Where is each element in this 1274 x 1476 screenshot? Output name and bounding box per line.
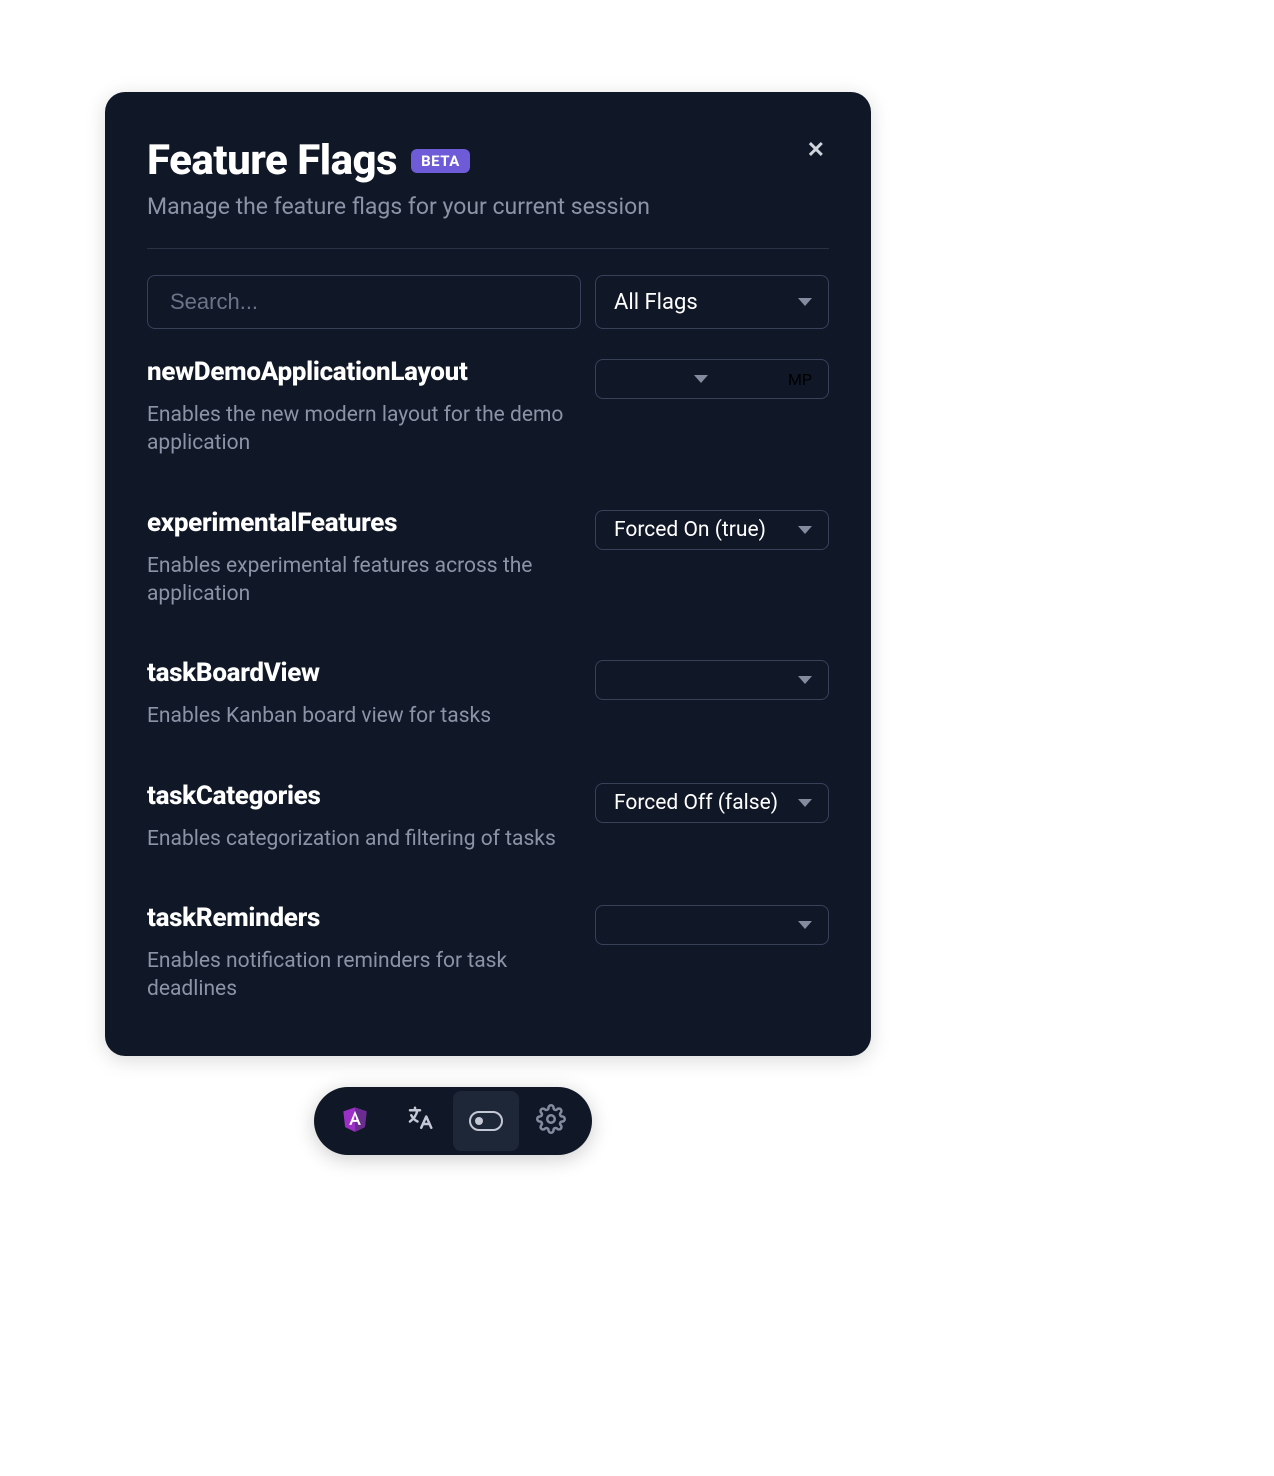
filter-select[interactable]: All Flags: [595, 275, 829, 329]
chevron-down-icon: [798, 799, 812, 807]
flag-info: newDemoApplicationLayout Enables the new…: [147, 357, 575, 458]
flag-row: taskCategories Enables categorization an…: [147, 781, 829, 853]
flag-row: experimentalFeatures Enables experimenta…: [147, 508, 829, 609]
flag-description: Enables Kanban board view for tasks: [147, 702, 567, 730]
panel-title: Feature Flags: [147, 136, 397, 185]
flag-info: taskCategories Enables categorization an…: [147, 781, 575, 853]
controls-row: All Flags: [147, 275, 829, 329]
title-row: Feature Flags BETA: [147, 136, 650, 185]
toolbar-logo-button[interactable]: [322, 1091, 388, 1151]
flag-info: taskReminders Enables notification remin…: [147, 903, 575, 1004]
angular-logo-icon: [341, 1105, 369, 1137]
flag-name: newDemoApplicationLayout: [147, 357, 575, 387]
flag-description: Enables categorization and filtering of …: [147, 825, 567, 853]
flag-name: experimentalFeatures: [147, 508, 575, 538]
close-button[interactable]: ✕: [803, 136, 829, 166]
toolbar-toggle-button[interactable]: [453, 1091, 519, 1151]
header-divider: [147, 248, 829, 249]
flag-description: Enables the new modern layout for the de…: [147, 401, 567, 458]
chevron-down-icon: [798, 676, 812, 684]
flag-row: taskBoardView Enables Kanban board view …: [147, 658, 829, 730]
flag-value-select[interactable]: Forced On (true): [595, 510, 829, 550]
chevron-down-icon: [798, 298, 812, 306]
panel-subtitle: Manage the feature flags for your curren…: [147, 193, 650, 220]
panel-header: Feature Flags BETA Manage the feature fl…: [147, 136, 829, 220]
flag-description: Enables notification reminders for task …: [147, 947, 567, 1004]
flag-info: taskCollaboration: [147, 1054, 575, 1056]
flag-select-value: Forced On (true): [614, 518, 766, 542]
flag-select-value: Forced Off (false): [614, 791, 778, 815]
flag-name: taskReminders: [147, 903, 575, 933]
title-group: Feature Flags BETA Manage the feature fl…: [147, 136, 650, 220]
search-input[interactable]: [147, 275, 581, 329]
chevron-down-icon: [798, 921, 812, 929]
flag-row: newDemoApplicationLayout Enables the new…: [147, 357, 829, 458]
close-icon: ✕: [807, 138, 825, 163]
flag-info: experimentalFeatures Enables experimenta…: [147, 508, 575, 609]
flag-value-select[interactable]: [595, 660, 829, 700]
beta-badge: BETA: [411, 149, 470, 173]
translate-icon: [405, 1104, 435, 1138]
chevron-down-icon: [694, 375, 708, 383]
flag-list: newDemoApplicationLayout Enables the new…: [147, 357, 829, 1056]
toolbar-settings-button[interactable]: [519, 1091, 585, 1151]
flag-name: taskCategories: [147, 781, 575, 811]
toolbar-translate-button[interactable]: [388, 1091, 454, 1151]
flag-row: taskCollaboration: [147, 1054, 829, 1056]
toggle-icon: [469, 1111, 503, 1131]
feature-flags-panel: Feature Flags BETA Manage the feature fl…: [105, 92, 871, 1056]
chevron-down-icon: [798, 526, 812, 534]
gear-icon: [536, 1104, 566, 1138]
flag-name: taskCollaboration: [147, 1054, 575, 1056]
flag-value-select[interactable]: Forced Off (false): [595, 783, 829, 823]
bottom-toolbar: [314, 1087, 592, 1155]
flag-description: Enables experimental features across the…: [147, 552, 567, 609]
flag-row: taskReminders Enables notification remin…: [147, 903, 829, 1004]
filter-select-value: All Flags: [614, 290, 698, 315]
flag-value-select[interactable]: [595, 905, 829, 945]
flag-info: taskBoardView Enables Kanban board view …: [147, 658, 575, 730]
flag-name: taskBoardView: [147, 658, 575, 688]
flag-value-select[interactable]: MP: [595, 359, 829, 399]
